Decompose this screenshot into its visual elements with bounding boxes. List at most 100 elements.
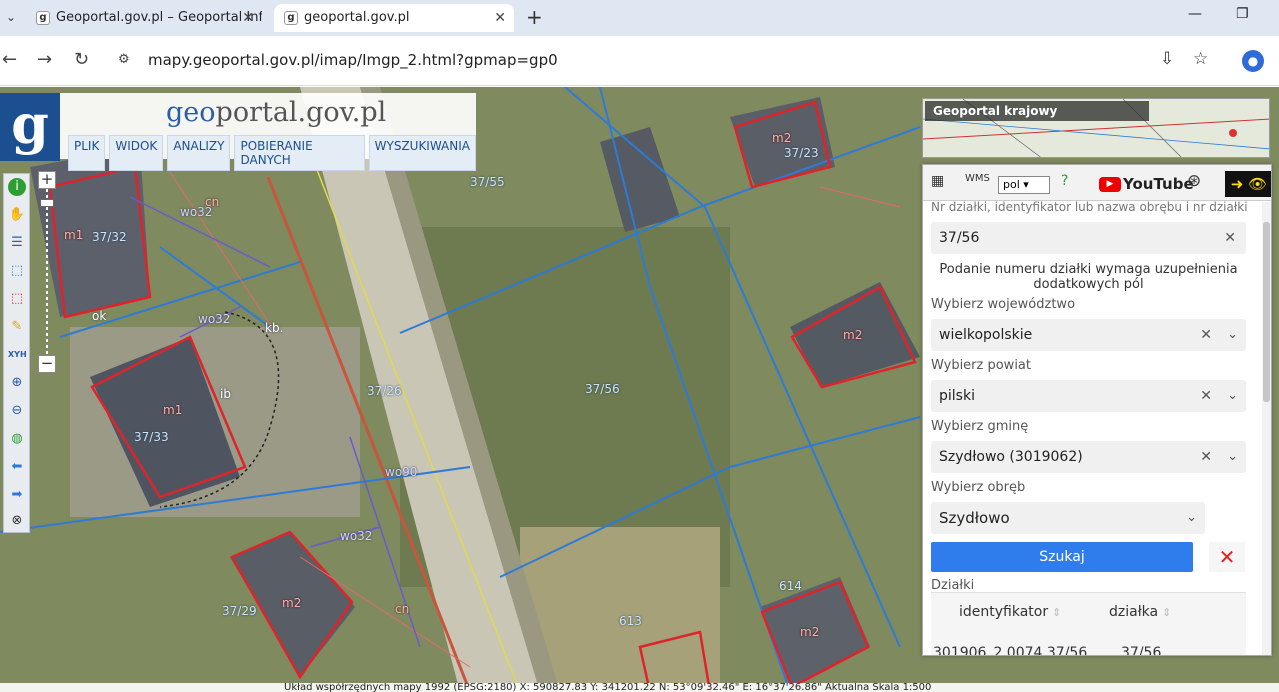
menu-analizy[interactable]: ANALIZY xyxy=(167,135,231,171)
language-value: pol xyxy=(1003,178,1020,191)
close-tab-icon[interactable]: ✕ xyxy=(242,4,254,32)
select-rectangle-icon[interactable]: ⬚ xyxy=(8,262,26,280)
line-label: cn xyxy=(205,195,220,209)
parcel-label: 37/29 xyxy=(222,604,257,618)
bookmark-star-icon[interactable]: ☆ xyxy=(1193,49,1208,69)
clear-gmina-icon[interactable]: ✕ xyxy=(1200,441,1212,473)
youtube-link[interactable]: ▶ YouTube xyxy=(1099,175,1194,193)
result-identyfikator-cell[interactable]: 301906_2.0074.37/56 xyxy=(933,645,1087,655)
clear-parcel-icon[interactable]: ✕ xyxy=(1224,222,1236,254)
zoom-out-icon[interactable]: ⊖ xyxy=(8,402,26,420)
accessibility-wheel-icon[interactable]: ⊛ xyxy=(1187,171,1201,191)
gmina-select[interactable]: Szydłowo (3019062) ✕ ⌄ xyxy=(931,441,1246,473)
new-tab-button[interactable]: + xyxy=(526,4,543,30)
parcel-number-input[interactable]: 37/56 ✕ xyxy=(931,222,1246,254)
obreb-select[interactable]: Szydłowo ⌄ xyxy=(931,502,1205,534)
geoportal-favicon-icon: g xyxy=(36,11,50,25)
parcel-label: 37/26 xyxy=(367,384,402,398)
geoportal-logo[interactable]: g xyxy=(0,93,60,161)
parcel-info-note: Podanie numeru działki wymaga uzupełnien… xyxy=(939,262,1238,292)
restore-window-icon[interactable]: ❐ xyxy=(1236,6,1249,22)
chevron-down-icon[interactable]: ⌄ xyxy=(1227,441,1238,473)
column-header-identyfikator[interactable]: identyfikator ⇕ xyxy=(959,604,1061,620)
clear-powiat-icon[interactable]: ✕ xyxy=(1200,380,1212,412)
parcel-search-panel: ▦ WMS pol ▾ ? ▶ YouTube ⊛ ➜ 👁 Nr działki,… xyxy=(922,164,1272,656)
map-text-label: kb. xyxy=(265,321,284,335)
powiat-select[interactable]: pilski ✕ ⌄ xyxy=(931,380,1246,412)
building-label: m2 xyxy=(843,328,863,342)
parcel-label: 37/33 xyxy=(134,430,169,444)
forward-arrow-icon[interactable]: → xyxy=(37,49,52,70)
high-contrast-eye-icon[interactable]: ➜ 👁 xyxy=(1225,171,1271,197)
building-label: m2 xyxy=(282,596,302,610)
zoom-knob[interactable] xyxy=(40,199,54,207)
pencil-icon[interactable]: ✎ xyxy=(8,318,26,336)
sort-icon[interactable]: ⇕ xyxy=(1162,606,1171,619)
column-header-dzialka[interactable]: działka ⇕ xyxy=(1109,604,1171,620)
zoom-track[interactable] xyxy=(46,189,48,355)
tab-search-chevron-icon[interactable]: ⌄ xyxy=(0,6,22,28)
panel-scrollbar[interactable] xyxy=(1262,202,1271,655)
site-info-icon[interactable]: ⚙ xyxy=(118,52,134,68)
parcel-number-value: 37/56 xyxy=(939,230,980,246)
clear-wojewodztwo-icon[interactable]: ✕ xyxy=(1200,319,1212,351)
sort-icon[interactable]: ⇕ xyxy=(1052,606,1061,619)
close-tab-icon[interactable]: ✕ xyxy=(494,4,506,32)
gmina-label: Wybierz gminę xyxy=(931,419,1029,434)
geoportal-title: geoportal.gov.pl xyxy=(166,97,386,128)
zoom-slider[interactable]: + − xyxy=(38,171,56,373)
language-select[interactable]: pol ▾ xyxy=(998,176,1050,194)
minimize-window-icon[interactable]: — xyxy=(1188,6,1202,22)
url-text[interactable]: mapy.geoportal.gov.pl/imap/Imgp_2.html?g… xyxy=(148,51,558,69)
result-dzialka-cell[interactable]: 37/56 xyxy=(1121,645,1161,655)
panel-scroll-thumb[interactable] xyxy=(1263,222,1270,402)
menu-plik[interactable]: PLIK xyxy=(68,135,106,171)
parcel-label: 613 xyxy=(619,614,642,628)
zoom-minus-button[interactable]: − xyxy=(38,355,56,373)
parcel-label: 37/56 xyxy=(585,382,620,396)
building-label: m2 xyxy=(772,131,792,145)
chevron-down-icon[interactable]: ⌄ xyxy=(1227,380,1238,412)
install-app-icon[interactable]: ⇩ xyxy=(1160,49,1174,69)
menu-widok[interactable]: WIDOK xyxy=(109,135,164,171)
wojewodztwo-select[interactable]: wielkopolskie ✕ ⌄ xyxy=(931,319,1246,351)
legend-list-icon[interactable]: ☰ xyxy=(8,234,26,252)
wms-icon[interactable]: WMS xyxy=(965,173,990,184)
profile-avatar-icon[interactable]: ● xyxy=(1242,50,1264,72)
previous-view-arrow-icon[interactable]: ⬅ xyxy=(8,458,26,476)
browser-tab-inactive[interactable]: g Geoportal.gov.pl – Geoportal Infr ✕ xyxy=(26,4,262,32)
youtube-play-icon: ▶ xyxy=(1099,177,1121,192)
next-view-arrow-icon[interactable]: ➡ xyxy=(8,486,26,504)
calendar-icon[interactable]: ▦ xyxy=(931,173,944,189)
chevron-down-icon[interactable]: ⌄ xyxy=(1186,502,1197,534)
help-icon[interactable]: ? xyxy=(1061,173,1068,189)
menu-wyszukiwania[interactable]: WYSZUKIWANIA xyxy=(368,135,476,171)
panel-toolbar: ▦ WMS pol ▾ ? ▶ YouTube ⊛ ➜ 👁 xyxy=(923,165,1271,201)
results-table: identyfikator ⇕ działka ⇕ 301906_2.0074.37… xyxy=(931,592,1246,655)
map-view[interactable]: 37/55 37/56 37/26 37/32 37/33 37/29 37/2… xyxy=(0,87,1279,692)
search-button[interactable]: Szukaj xyxy=(931,542,1193,572)
globe-icon[interactable]: ◍ xyxy=(8,430,26,448)
parcel-label: 37/23 xyxy=(784,146,819,160)
pan-hand-icon[interactable]: ✋ xyxy=(8,206,26,224)
clear-search-button[interactable]: ✕ xyxy=(1209,542,1245,572)
zoom-plus-button[interactable]: + xyxy=(38,171,56,189)
obreb-label: Wybierz obręb xyxy=(931,480,1026,495)
back-arrow-icon[interactable]: ← xyxy=(2,49,17,70)
menu-pobieranie-danych[interactable]: POBIERANIE DANYCH xyxy=(234,135,365,171)
map-text-label: ib xyxy=(220,387,231,401)
info-icon[interactable]: i xyxy=(8,178,26,196)
chevron-down-icon[interactable]: ⌄ xyxy=(1227,319,1238,351)
browser-tab-active[interactable]: g geoportal.gov.pl ✕ xyxy=(274,4,514,32)
map-text-label: ok xyxy=(92,309,107,323)
xyh-coordinates-icon[interactable]: XYH xyxy=(8,346,27,364)
zoom-in-icon[interactable]: ⊕ xyxy=(8,374,26,392)
map-status-bar: Układ współrzędnych mapy 1992 (EPSG:2180… xyxy=(0,683,1279,692)
compass-icon[interactable]: ⊗ xyxy=(8,512,26,530)
select-red-icon[interactable]: ⬚ xyxy=(8,290,26,308)
building-label: m2 xyxy=(800,625,820,639)
reload-icon[interactable]: ↻ xyxy=(74,49,89,70)
panel-body: Nr działki, identyfikator lub nazwa obrę… xyxy=(923,200,1263,655)
building-label: m1 xyxy=(163,403,183,417)
overview-map[interactable]: Geoportal krajowy xyxy=(922,98,1270,158)
